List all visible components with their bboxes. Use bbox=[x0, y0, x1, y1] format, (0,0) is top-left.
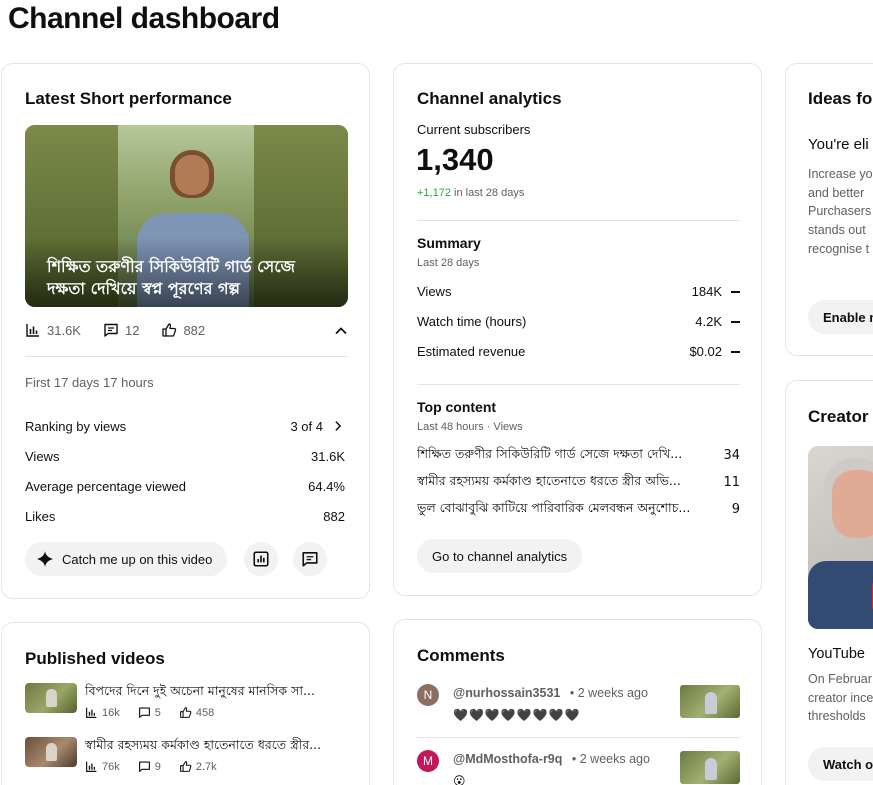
comment-video-thumbnail[interactable] bbox=[680, 685, 740, 718]
summary-heading: Summary bbox=[417, 235, 481, 251]
short-views-stat: 31.6K bbox=[25, 322, 81, 338]
comment-item[interactable]: M @MdMosthofa-r9q • 2 weeks ago 😮 bbox=[417, 748, 740, 785]
ranking-row[interactable]: Ranking by views 3 of 4 bbox=[25, 411, 345, 441]
summary-row: Views 184K bbox=[417, 276, 740, 306]
ideas-heading: Ideas for bbox=[808, 89, 873, 108]
creator-heading: Creator I bbox=[808, 407, 873, 426]
comments-button[interactable] bbox=[293, 542, 327, 576]
go-to-analytics-button[interactable]: Go to channel analytics bbox=[417, 539, 583, 573]
comment-text: 😮 bbox=[453, 774, 466, 785]
analytics-icon bbox=[253, 551, 269, 567]
latest-short-heading: Latest Short performance bbox=[25, 89, 232, 108]
short-comments-stat: 12 bbox=[103, 322, 139, 338]
short-thumbnail[interactable]: শিক্ষিত তরুণীর সিকিউরিটি গার্ড সেজে দক্ষ… bbox=[25, 125, 348, 307]
published-heading: Published videos bbox=[25, 649, 165, 668]
metric-row: Average percentage viewed 64.4% bbox=[25, 478, 345, 494]
enable-button[interactable]: Enable n bbox=[808, 300, 873, 334]
comment-icon bbox=[104, 323, 118, 337]
creator-body: On Februar creator ince thresholds bbox=[808, 672, 873, 724]
chevron-right-icon[interactable] bbox=[331, 419, 345, 433]
metric-row: Likes 882 bbox=[25, 508, 345, 524]
analytics-button[interactable] bbox=[244, 542, 278, 576]
creator-card: Creator I YouTube On Februar creator ince… bbox=[785, 380, 873, 785]
creator-thumbnail[interactable] bbox=[808, 446, 873, 629]
top-content-row[interactable]: স্বামীর রহস্যময় কর্মকাণ্ড হাতেনাতে ধরতে… bbox=[417, 469, 740, 496]
analytics-heading: Channel analytics bbox=[417, 89, 562, 108]
summary-period: Last 28 days bbox=[417, 257, 480, 269]
chevron-up-icon[interactable] bbox=[333, 323, 349, 339]
video-thumbnail[interactable] bbox=[25, 737, 77, 767]
thumbs-up-icon bbox=[179, 707, 192, 718]
comment-icon bbox=[302, 552, 318, 567]
comment-icon bbox=[138, 761, 150, 772]
comment-text: 🖤🖤🖤🖤🖤🖤🖤🖤 bbox=[453, 708, 581, 722]
avatar[interactable]: N bbox=[417, 684, 439, 706]
subscribers-label: Current subscribers bbox=[417, 122, 531, 137]
published-video-item[interactable]: বিপদের দিনে দুই অচেনা মানুষের মানসিক সা.… bbox=[25, 683, 315, 719]
subscribers-value: 1,340 bbox=[416, 142, 494, 177]
summary-row: Estimated revenue $0.02 bbox=[417, 336, 740, 366]
creator-video-title: YouTube bbox=[808, 646, 865, 662]
comment-author[interactable]: @nurhossain3531 bbox=[453, 686, 560, 700]
top-content-heading: Top content bbox=[417, 399, 497, 415]
avatar[interactable]: M bbox=[417, 750, 439, 772]
channel-analytics-card: Channel analytics Current subscribers 1,… bbox=[393, 63, 762, 596]
catch-me-up-button[interactable]: Catch me up on this video bbox=[25, 542, 228, 576]
bar-chart-icon bbox=[26, 324, 39, 337]
short-title-overlay: শিক্ষিত তরুণীর সিকিউরিটি গার্ড সেজে দক্ষ… bbox=[47, 257, 295, 298]
published-video-item[interactable]: স্বামীর রহস্যময় কর্মকাণ্ড হাতেনাতে ধরতে… bbox=[25, 737, 321, 773]
thumbs-up-icon bbox=[162, 323, 177, 337]
thumbs-up-icon bbox=[179, 761, 192, 772]
video-thumbnail[interactable] bbox=[25, 683, 77, 713]
comment-video-thumbnail[interactable] bbox=[680, 751, 740, 784]
watch-button[interactable]: Watch o bbox=[808, 747, 873, 781]
comment-author[interactable]: @MdMosthofa-r9q bbox=[453, 752, 562, 766]
top-content-period: Last 48 hours · Views bbox=[417, 421, 523, 433]
ideas-subheading: You're eli bbox=[808, 136, 869, 153]
top-content-row[interactable]: শিক্ষিত তরুণীর সিকিউরিটি গার্ড সেজে দক্ষ… bbox=[417, 442, 740, 469]
top-content-row[interactable]: ভুল বোঝাবুঝি কাটিয়ে পারিবারিক মেলবন্ধন … bbox=[417, 496, 740, 523]
latest-short-card: Latest Short performance শিক্ষিত তরুণীর … bbox=[1, 63, 370, 599]
published-videos-card: Published videos বিপদের দিনে দুই অচেনা ম… bbox=[1, 622, 370, 785]
ideas-card: Ideas for You're eli Increase yo and bett… bbox=[785, 63, 873, 356]
summary-row: Watch time (hours) 4.2K bbox=[417, 306, 740, 336]
bar-chart-icon bbox=[86, 761, 97, 772]
page-title: Channel dashboard bbox=[8, 2, 280, 35]
comment-item[interactable]: N @nurhossain3531 • 2 weeks ago 🖤🖤🖤🖤🖤🖤🖤🖤 bbox=[417, 682, 740, 742]
comments-heading: Comments bbox=[417, 646, 505, 665]
ideas-body: Increase yo and better Purchasers stands ou… bbox=[808, 167, 873, 256]
bar-chart-icon bbox=[86, 707, 97, 718]
metric-row: Views 31.6K bbox=[25, 448, 345, 464]
sparkle-icon bbox=[37, 551, 53, 567]
short-likes-stat: 882 bbox=[161, 322, 205, 338]
subscribers-change: +1,172 in last 28 days bbox=[417, 187, 525, 199]
short-period: First 17 days 17 hours bbox=[25, 375, 154, 390]
comment-icon bbox=[138, 707, 150, 718]
comments-card: Comments N @nurhossain3531 • 2 weeks ago… bbox=[393, 619, 762, 785]
